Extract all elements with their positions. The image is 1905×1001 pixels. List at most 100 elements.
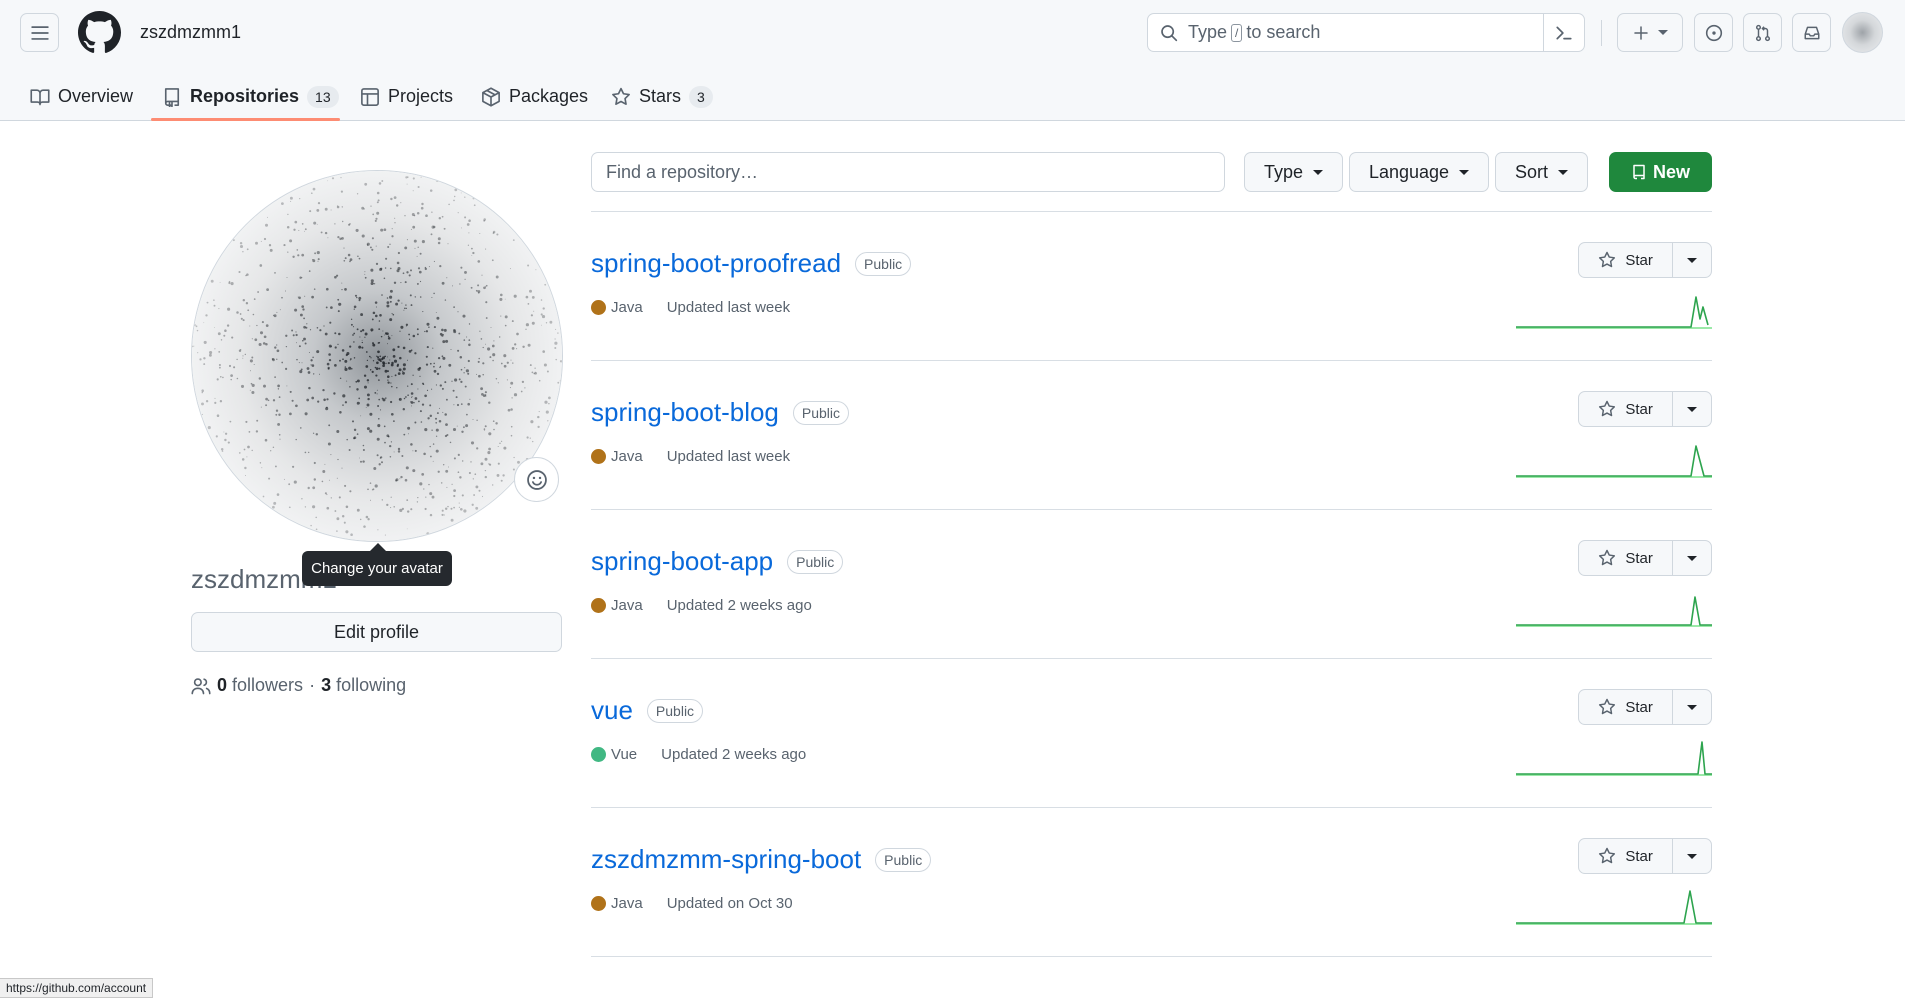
tab-label: Stars (639, 86, 682, 106)
repo-icon (1633, 164, 1645, 180)
repo-name-link[interactable]: spring-boot-blog (591, 397, 779, 428)
star-button-group: Star (1578, 391, 1712, 427)
caret-down-icon (1657, 30, 1668, 35)
repo-updated: Updated 2 weeks ago (666, 597, 812, 614)
hamburger-icon (30, 25, 49, 40)
visibility-badge: Public (792, 400, 850, 425)
inbox-button[interactable] (1792, 13, 1831, 52)
tab-repositories[interactable]: Repositories 13 (162, 72, 339, 121)
search-icon (1161, 24, 1178, 41)
tab-label: Projects (388, 86, 454, 106)
star-list-dropdown[interactable] (1673, 839, 1711, 873)
command-palette-button[interactable] (1543, 14, 1584, 51)
tooltip-arrow (370, 543, 386, 551)
set-status-button[interactable] (514, 457, 559, 502)
visibility-badge: Public (787, 549, 844, 574)
star-list-dropdown[interactable] (1673, 541, 1711, 575)
repo-updated: Updated last week (666, 448, 791, 465)
github-logo-icon[interactable] (78, 11, 121, 54)
create-new-button[interactable] (1617, 13, 1683, 52)
edit-profile-button[interactable]: Edit profile (191, 612, 562, 652)
terminal-icon (1556, 26, 1572, 39)
following-link[interactable]: 3 following (321, 675, 406, 696)
star-list-dropdown[interactable] (1673, 392, 1711, 426)
issues-button[interactable] (1694, 13, 1733, 52)
language-color-dot (591, 747, 606, 762)
activity-sparkline (1516, 445, 1712, 478)
plus-icon (1633, 25, 1648, 40)
star-icon (1599, 549, 1616, 566)
repo-item: spring-boot-blog Public Java Updated las… (591, 361, 1712, 510)
avatar-image (192, 171, 562, 541)
star-button-group: Star (1578, 540, 1712, 576)
avatar-tooltip: Change your avatar (302, 551, 452, 586)
repo-updated: Updated 2 weeks ago (661, 746, 807, 763)
star-list-dropdown[interactable] (1673, 690, 1711, 724)
repo-meta: Java Updated last week (591, 299, 790, 316)
visibility-badge: Public (646, 698, 704, 723)
search-placeholder: Type / to search (1188, 22, 1321, 42)
repo-item: vue Public Vue Updated 2 weeks ago Star (591, 659, 1712, 808)
repo-name-link[interactable]: spring-boot-proofread (591, 248, 841, 279)
repo-name-link[interactable]: zszdmzmm-spring-boot (591, 844, 861, 875)
type-filter-button[interactable]: Type (1244, 152, 1343, 192)
caret-down-icon (1313, 169, 1324, 175)
issue-opened-icon (1705, 24, 1722, 41)
caret-down-icon (1459, 169, 1470, 175)
tab-packages[interactable]: Packages (481, 72, 588, 121)
star-list-dropdown[interactable] (1673, 243, 1711, 277)
star-icon (1599, 698, 1616, 715)
book-icon (30, 88, 50, 105)
repo-title-row: spring-boot-app Public (591, 546, 844, 577)
repo-meta: Java Updated on Oct 30 (591, 895, 793, 912)
star-button-group: Star (1578, 838, 1712, 874)
people-icon (191, 677, 211, 694)
repo-item: zszdmzmm-spring-boot Public Java Updated… (591, 808, 1712, 957)
repo-name-link[interactable]: spring-boot-app (591, 546, 773, 577)
repo-updated: Updated last week (666, 299, 791, 316)
tab-label: Packages (509, 86, 589, 106)
star-button[interactable]: Star (1579, 392, 1674, 426)
caret-down-icon (1687, 555, 1698, 561)
user-avatar-menu[interactable] (1842, 12, 1883, 53)
repo-language: Java (611, 597, 643, 614)
status-bar-url: https://github.com/account (0, 978, 154, 998)
tab-projects[interactable]: Projects (360, 72, 453, 121)
activity-sparkline (1516, 296, 1712, 329)
stars-count-badge: 3 (689, 85, 713, 108)
followers-link[interactable]: 0 followers (217, 675, 303, 696)
new-repository-button[interactable]: New (1609, 152, 1712, 192)
global-header: zszdmzmm1 Type / to search Overview Repo… (0, 0, 1905, 121)
caret-down-icon (1687, 257, 1698, 263)
repo-name-link[interactable]: vue (591, 695, 633, 726)
star-button[interactable]: Star (1579, 243, 1674, 277)
repo-title-row: spring-boot-blog Public (591, 397, 850, 428)
activity-sparkline (1516, 596, 1712, 627)
language-color-dot (591, 300, 606, 315)
find-repository-input[interactable]: Find a repository… (591, 152, 1225, 192)
language-filter-button[interactable]: Language (1349, 152, 1489, 192)
star-button-group: Star (1578, 242, 1712, 278)
sort-filter-button[interactable]: Sort (1495, 152, 1588, 192)
star-button[interactable]: Star (1579, 541, 1674, 575)
tab-overview[interactable]: Overview (30, 72, 133, 121)
star-icon (612, 87, 630, 105)
repo-updated: Updated on Oct 30 (666, 895, 793, 912)
header-username[interactable]: zszdmzmm1 (140, 22, 241, 43)
active-tab-indicator (151, 118, 340, 121)
visibility-badge: Public (875, 847, 932, 872)
search-input[interactable]: Type / to search (1147, 13, 1585, 52)
repo-meta: Java Updated 2 weeks ago (591, 597, 812, 614)
repo-icon (164, 87, 180, 107)
pull-requests-button[interactable] (1743, 13, 1782, 52)
star-button[interactable]: Star (1579, 839, 1674, 873)
repo-language: Java (611, 895, 643, 912)
tab-stars[interactable]: Stars 3 (611, 72, 713, 121)
menu-button[interactable] (20, 13, 59, 52)
profile-avatar[interactable] (191, 170, 563, 542)
follow-separator: · (309, 675, 316, 695)
caret-down-icon (1558, 169, 1568, 175)
header-divider (1601, 20, 1602, 46)
inbox-icon (1804, 26, 1819, 39)
star-button[interactable]: Star (1579, 690, 1674, 724)
